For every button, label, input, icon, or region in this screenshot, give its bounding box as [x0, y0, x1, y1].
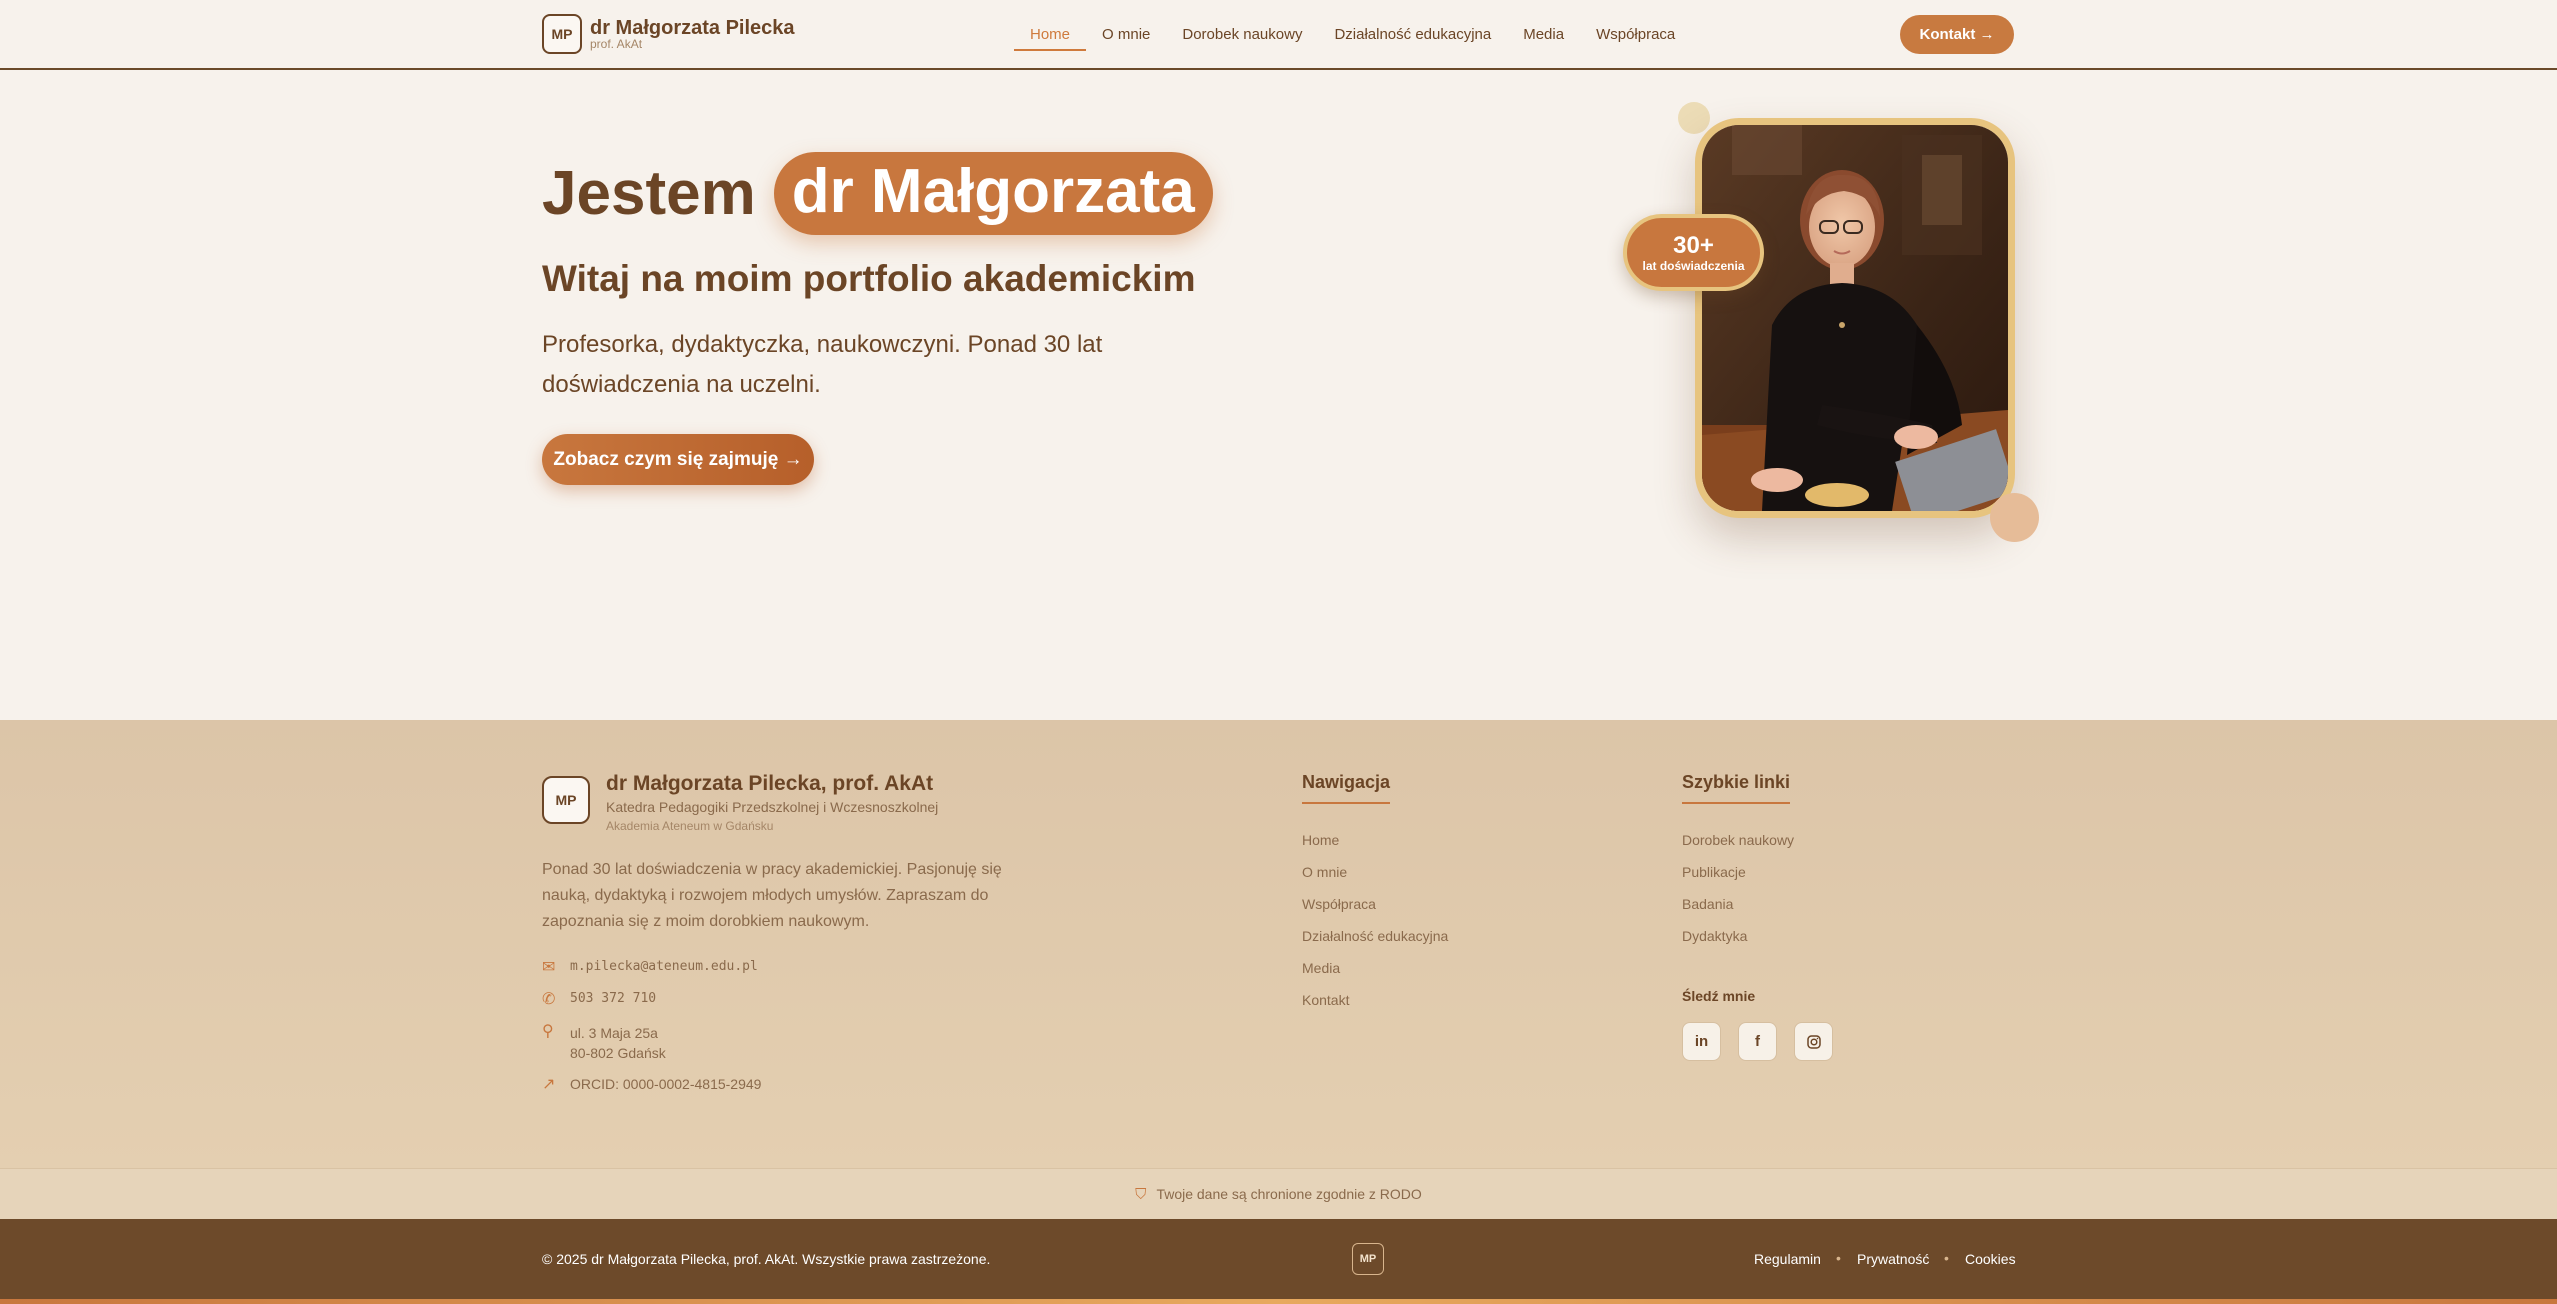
portrait-image: [1702, 125, 2008, 511]
instagram-icon[interactable]: [1794, 1022, 1833, 1061]
logo[interactable]: MP: [542, 14, 582, 54]
nav-education[interactable]: Działalność edukacyjna: [1318, 0, 1507, 68]
footer-description: Ponad 30 lat doświadczenia w pracy akade…: [542, 861, 1002, 930]
brand-subtitle: prof. AkAt: [590, 37, 643, 51]
footer-link-media[interactable]: Media: [1302, 960, 1340, 976]
email-text[interactable]: m.pilecka@ateneum.edu.pl: [570, 959, 758, 974]
quick-link-studies[interactable]: Badania: [1682, 896, 1733, 912]
quick-link-didactics[interactable]: Dydaktyka: [1682, 928, 1747, 944]
address-line-2: 80-802 Gdańsk: [570, 1045, 666, 1061]
legal-separator: •: [1836, 1250, 1841, 1266]
hero-title-highlight: dr Małgorzata: [773, 152, 1213, 235]
footer-name: dr Małgorzata Pilecka, prof. AkAt: [606, 772, 934, 795]
legal-terms[interactable]: Regulamin: [1754, 1251, 1821, 1267]
map-pin-icon: ⚲: [542, 1023, 554, 1040]
hero-title-prefix: Jestem: [542, 159, 756, 228]
site-footer: [0, 720, 2557, 1168]
email-icon: ✉: [542, 959, 556, 976]
decor-dot-bottom: [1990, 493, 2039, 542]
contact-button[interactable]: Kontakt →: [1900, 15, 2014, 54]
decor-dot-top: [1678, 102, 1710, 134]
nav-research[interactable]: Dorobek naukowy: [1166, 0, 1318, 68]
phone-icon: ✆: [542, 991, 556, 1008]
nav-media[interactable]: Media: [1507, 0, 1580, 68]
bottom-accent-line: [0, 1299, 2557, 1304]
main-nav: Home O mnie Dorobek naukowy Działalność …: [1014, 0, 1691, 68]
footer-link-about[interactable]: O mnie: [1302, 864, 1347, 880]
bottom-bar: [0, 1219, 2557, 1300]
nav-cooperation[interactable]: Współpraca: [1580, 0, 1691, 68]
footer-link-contact[interactable]: Kontakt: [1302, 992, 1349, 1008]
legal-privacy[interactable]: Prywatność: [1857, 1251, 1929, 1267]
contact-phone[interactable]: ✆ 503 372 710: [542, 991, 656, 1009]
footer-link-cooperation[interactable]: Współpraca: [1302, 896, 1376, 912]
phone-text[interactable]: 503 372 710: [570, 991, 656, 1006]
nav-about[interactable]: O mnie: [1086, 0, 1166, 68]
follow-title: Śledź mnie: [1682, 988, 1756, 1004]
contact-address: ⚲ ul. 3 Maja 25a 80-802 Gdańsk: [542, 1023, 666, 1063]
footer-nav-title: Nawigacja: [1302, 772, 1391, 804]
hero-title: Jestem dr Małgorzata: [542, 152, 1213, 235]
footer-link-education[interactable]: Działalność edukacyjna: [1302, 928, 1448, 944]
contact-orcid[interactable]: ↗ ORCID: 0000-0002-4815-2949: [542, 1076, 761, 1094]
quick-link-publications[interactable]: Publikacje: [1682, 864, 1746, 880]
legal-separator: •: [1944, 1250, 1949, 1266]
experience-badge: 30+ lat doświadczenia: [1623, 214, 1764, 291]
footer-logo: MP: [542, 776, 590, 824]
external-link-icon: ↗: [542, 1076, 556, 1093]
contact-email[interactable]: ✉ m.pilecka@ateneum.edu.pl: [542, 959, 758, 977]
facebook-icon[interactable]: f: [1738, 1022, 1777, 1061]
legal-cookies[interactable]: Cookies: [1965, 1251, 2016, 1267]
site-header: MP dr Małgorzata Pilecka prof. AkAt Home…: [0, 0, 2557, 70]
cta-button[interactable]: Zobacz czym się zajmuję →: [542, 434, 814, 485]
footer-link-home[interactable]: Home: [1302, 832, 1339, 848]
orcid-text[interactable]: ORCID: 0000-0002-4815-2949: [570, 1076, 761, 1092]
profile-photo: [1695, 118, 2015, 518]
bottom-logo: MP: [1352, 1243, 1384, 1275]
footer-academy: Akademia Ateneum w Gdańsku: [606, 819, 774, 833]
badge-label: lat doświadczenia: [1642, 258, 1745, 273]
quick-link-research[interactable]: Dorobek naukowy: [1682, 832, 1794, 848]
shield-icon: ⛉: [1135, 1185, 1147, 1203]
hero-description: Profesorka, dydaktyczka, naukowczyni. Po…: [542, 331, 1103, 398]
address-line-1: ul. 3 Maja 25a: [570, 1025, 658, 1041]
rodo-text: Twoje dane są chronione zgodnie z RODO: [1156, 1186, 1422, 1202]
copyright: © 2025 dr Małgorzata Pilecka, prof. AkAt…: [542, 1251, 991, 1267]
badge-number: 30+: [1673, 231, 1714, 259]
footer-department: Katedra Pedagogiki Przedszkolnej i Wczes…: [606, 799, 939, 815]
linkedin-icon[interactable]: in: [1682, 1022, 1721, 1061]
address-text: ul. 3 Maja 25a 80-802 Gdańsk: [570, 1023, 666, 1063]
rodo-bar: ⛉ Twoje dane są chronione zgodnie z RODO: [0, 1168, 2557, 1219]
quick-links-title: Szybkie linki: [1682, 772, 1791, 804]
nav-home[interactable]: Home: [1014, 0, 1087, 68]
hero-subtitle: Witaj na moim portfolio akademickim: [542, 258, 1196, 299]
